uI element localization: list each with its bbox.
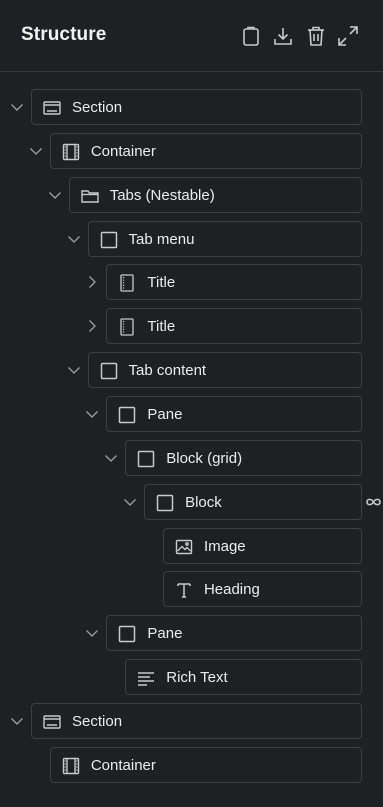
tree-node[interactable]: Section bbox=[31, 702, 362, 739]
tree-node-label: Heading bbox=[203, 581, 260, 599]
tree-node[interactable]: Block (grid) bbox=[125, 439, 362, 476]
link-icon[interactable] bbox=[364, 494, 383, 510]
chevron-down-icon[interactable] bbox=[27, 142, 45, 160]
tree-node-label: Section bbox=[72, 712, 123, 730]
tree-node[interactable]: Tab content bbox=[87, 352, 362, 389]
tree-node-label: Tab content bbox=[128, 362, 207, 380]
tree-row: Title bbox=[0, 264, 383, 301]
tree-row: Block (grid) bbox=[0, 439, 383, 476]
tree-node[interactable]: Image bbox=[162, 527, 362, 564]
tree-node-label: Container bbox=[90, 142, 156, 160]
tree-row: Section bbox=[0, 702, 383, 739]
chevron-down-icon[interactable] bbox=[102, 449, 120, 467]
tree-node[interactable]: Container bbox=[49, 746, 362, 783]
text-block-icon bbox=[117, 317, 137, 337]
block-icon bbox=[99, 230, 119, 250]
tree-node-label: Block bbox=[185, 493, 222, 511]
section-icon bbox=[42, 98, 62, 118]
tree-row: Heading bbox=[0, 571, 383, 608]
block-icon bbox=[117, 405, 137, 425]
chevron-down-icon[interactable] bbox=[46, 186, 64, 204]
image-icon bbox=[174, 537, 194, 557]
tree-row: Block bbox=[0, 483, 383, 520]
chevron-down-icon[interactable] bbox=[83, 624, 101, 642]
heading-icon bbox=[174, 580, 194, 600]
tree-node-label: Title bbox=[147, 274, 176, 292]
chevron-right-icon[interactable] bbox=[83, 273, 101, 291]
chevron-down-icon[interactable] bbox=[65, 361, 83, 379]
structure-tree: Section Container Tabs (Nestable) Tab menu T… bbox=[0, 0, 383, 807]
tree-node-label: Rich Text bbox=[166, 669, 228, 687]
tree-node[interactable]: Block bbox=[144, 483, 362, 520]
tree-row: Tab menu bbox=[0, 220, 383, 257]
tree-node[interactable]: Pane bbox=[106, 615, 362, 652]
tree-node[interactable]: Container bbox=[49, 132, 362, 169]
folder-icon bbox=[80, 186, 100, 206]
tree-row: Section bbox=[0, 89, 383, 125]
tree-row: Pane bbox=[0, 395, 383, 432]
tree-row: Rich Text bbox=[0, 659, 383, 696]
tree-row: Tabs (Nestable) bbox=[0, 176, 383, 213]
tree-node[interactable]: Rich Text bbox=[125, 659, 362, 696]
tree-row: Image bbox=[0, 527, 383, 564]
container-icon bbox=[61, 142, 81, 162]
tree-node[interactable]: Pane bbox=[106, 395, 362, 432]
chevron-down-icon[interactable] bbox=[83, 405, 101, 423]
chevron-down-icon[interactable] bbox=[121, 493, 139, 511]
tree-row: Pane bbox=[0, 615, 383, 652]
tree-row: Title bbox=[0, 308, 383, 345]
block-icon bbox=[117, 624, 137, 644]
tree-node-label: Section bbox=[72, 99, 123, 116]
tree-node-label: Image bbox=[203, 537, 246, 555]
tree-node-label: Tabs (Nestable) bbox=[109, 186, 215, 204]
chevron-down-icon[interactable] bbox=[8, 712, 26, 730]
tree-node-label: Pane bbox=[147, 405, 183, 423]
tree-node[interactable]: Title bbox=[106, 264, 362, 301]
block-icon bbox=[99, 361, 119, 381]
section-icon bbox=[42, 712, 62, 732]
chevron-down-icon[interactable] bbox=[8, 98, 26, 116]
tree-node-label: Pane bbox=[147, 625, 183, 643]
chevron-right-icon[interactable] bbox=[83, 317, 101, 335]
text-block-icon bbox=[117, 273, 137, 293]
container-icon bbox=[61, 756, 81, 776]
chevron-down-icon[interactable] bbox=[65, 230, 83, 248]
block-icon bbox=[155, 493, 175, 513]
tree-row: Tab content bbox=[0, 352, 383, 389]
tree-node[interactable]: Tab menu bbox=[87, 220, 362, 257]
tree-node-label: Block (grid) bbox=[166, 449, 243, 467]
tree-node[interactable]: Tabs (Nestable) bbox=[68, 176, 362, 213]
tree-row: Container bbox=[0, 746, 383, 783]
tree-node-label: Tab menu bbox=[128, 230, 195, 248]
tree-row: Container bbox=[0, 132, 383, 169]
block-icon bbox=[136, 449, 156, 469]
tree-node[interactable]: Section bbox=[31, 89, 362, 125]
tree-node-label: Title bbox=[147, 318, 176, 336]
tree-node-label: Container bbox=[90, 756, 156, 774]
rich-text-icon bbox=[136, 668, 156, 688]
tree-node[interactable]: Heading bbox=[162, 571, 362, 608]
tree-node[interactable]: Title bbox=[106, 308, 362, 345]
